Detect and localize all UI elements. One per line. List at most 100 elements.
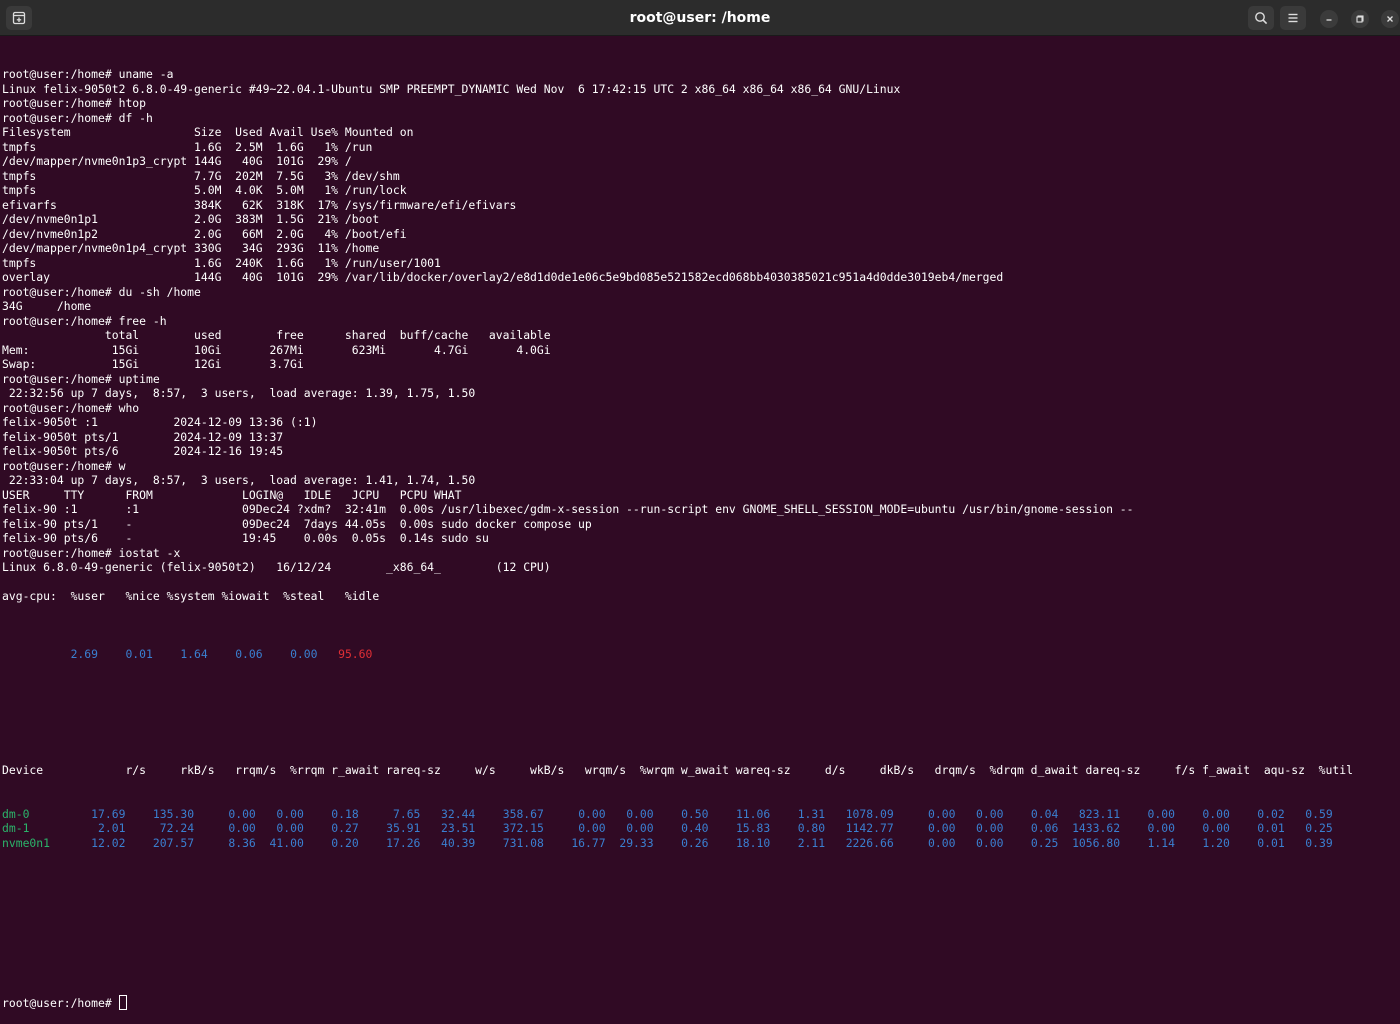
iostat-value: 18.10 bbox=[735, 835, 771, 850]
close-icon bbox=[1387, 16, 1393, 22]
terminal-line: felix-9050t :1 2024-12-09 13:36 (:1) bbox=[2, 415, 318, 429]
iostat-value: 17.26 bbox=[386, 835, 421, 850]
iostat-value: 0.00 bbox=[928, 806, 956, 821]
iostat-value: 1433.62 bbox=[1072, 821, 1121, 835]
iostat-value: 0.27 bbox=[331, 821, 359, 835]
cpu-system-value: 1.64 bbox=[180, 647, 208, 661]
iostat-value: 0.00 bbox=[1202, 821, 1230, 835]
iostat-row: dm-1 2.01 72.24 0.00 0.00 0.27 35.91 23.… bbox=[2, 821, 1400, 836]
iostat-value: 0.25 bbox=[1030, 835, 1059, 850]
iostat-value: 0.00 bbox=[276, 821, 304, 835]
terminal-line: root@user:/home# who bbox=[2, 400, 140, 415]
terminal-line: /dev/mapper/nvme0n1p3_crypt 144G 40G 101… bbox=[2, 154, 352, 168]
iostat-value: 372.15 bbox=[502, 821, 544, 835]
iostat-rows: dm-0 17.69 135.30 0.00 0.00 0.18 7.65 32… bbox=[2, 807, 1400, 851]
prompt-line[interactable]: root@user:/home# bbox=[2, 995, 1400, 1010]
iostat-value: 35.91 bbox=[386, 821, 421, 835]
iostat-value: 0.00 bbox=[1202, 806, 1230, 821]
terminal-line: felix-90 pts/1 - 09Dec24 7days 44.05s 0.… bbox=[2, 516, 592, 531]
terminal-line: felix-90 :1 :1 09Dec24 ?xdm? 32:41m 0.00… bbox=[2, 502, 1134, 516]
iostat-value: 2.01 bbox=[98, 821, 126, 835]
menu-button[interactable] bbox=[1280, 6, 1306, 30]
iostat-value: 823.11 bbox=[1078, 806, 1121, 821]
terminal-line: tmpfs 7.7G 202M 7.5G 3% /dev/shm bbox=[2, 168, 400, 183]
iostat-value: 135.30 bbox=[152, 806, 195, 821]
maximize-icon bbox=[1356, 15, 1364, 23]
close-button[interactable] bbox=[1381, 10, 1399, 28]
terminal-output[interactable]: root@user:/home# uname -a Linux felix-905… bbox=[0, 36, 1400, 1010]
iostat-value: 0.20 bbox=[331, 835, 359, 850]
iostat-value: 1142.77 bbox=[845, 821, 894, 835]
terminal-line: root@user:/home# uptime bbox=[2, 371, 160, 386]
iostat-value: 0.06 bbox=[1030, 821, 1059, 835]
terminal-line: efivarfs 384K 62K 318K 17% /sys/firmware… bbox=[2, 197, 517, 212]
search-button[interactable] bbox=[1248, 6, 1274, 30]
device-name: nvme0n1 bbox=[2, 835, 51, 850]
iostat-value: 0.59 bbox=[1305, 806, 1333, 821]
cpu-nice-value: 0.01 bbox=[125, 647, 153, 661]
iostat-value: 1.14 bbox=[1147, 835, 1175, 850]
terminal-text-lines: root@user:/home# uname -a Linux felix-905… bbox=[2, 67, 1400, 604]
iostat-value: 0.50 bbox=[681, 806, 709, 821]
terminal-line: Swap: 15Gi 12Gi 3.7Gi bbox=[2, 357, 304, 371]
cpu-values-row: 2.69 0.01 1.64 0.06 0.00 95.60 bbox=[2, 647, 1400, 662]
minimize-icon bbox=[1326, 19, 1332, 21]
iostat-row: nvme0n1 12.02 207.57 8.36 41.00 0.20 17.… bbox=[2, 836, 1400, 851]
terminal-line: Linux felix-9050t2 6.8.0-49-generic #49~… bbox=[2, 81, 901, 96]
hamburger-menu-icon bbox=[1288, 13, 1298, 23]
terminal-line: /dev/nvme0n1p1 2.0G 383M 1.5G 21% /boot bbox=[2, 212, 380, 226]
iostat-value: 0.01 bbox=[1257, 821, 1285, 835]
iostat-value: 0.40 bbox=[681, 821, 709, 835]
iostat-value: 0.00 bbox=[928, 821, 956, 835]
cpu-user-value: 2.69 bbox=[70, 647, 99, 661]
terminal-line: /dev/mapper/nvme0n1p4_crypt 330G 34G 293… bbox=[2, 241, 380, 255]
iostat-value: 0.00 bbox=[228, 821, 256, 835]
device-name: dm-0 bbox=[2, 806, 30, 821]
iostat-value: 72.24 bbox=[159, 821, 195, 835]
cpu-idle-value: 95.60 bbox=[338, 647, 373, 661]
iostat-value: 0.00 bbox=[626, 821, 654, 835]
terminal-line: Filesystem Size Used Avail Use% Mounted … bbox=[2, 125, 414, 139]
iostat-value: 1078.09 bbox=[845, 806, 894, 821]
iostat-value: 0.00 bbox=[228, 806, 256, 821]
iostat-value: 1.20 bbox=[1202, 835, 1230, 850]
terminal-line: Linux 6.8.0-49-generic (felix-9050t2) 16… bbox=[2, 560, 551, 574]
iostat-value: 12.02 bbox=[91, 835, 126, 850]
terminal-line: felix-9050t pts/1 2024-12-09 13:37 bbox=[2, 429, 284, 444]
minimize-button[interactable] bbox=[1320, 10, 1338, 28]
terminal-line: overlay 144G 40G 101G 29% /var/lib/docke… bbox=[2, 270, 1004, 284]
terminal-line: avg-cpu: %user %nice %system %iowait %st… bbox=[2, 589, 380, 603]
iostat-value: 358.67 bbox=[502, 806, 544, 821]
iostat-value: 0.25 bbox=[1305, 821, 1333, 835]
iostat-value: 0.04 bbox=[1030, 806, 1059, 821]
iostat-value: 1056.80 bbox=[1072, 835, 1121, 850]
maximize-button[interactable] bbox=[1351, 10, 1369, 28]
search-icon bbox=[1255, 12, 1268, 25]
iostat-value: 32.44 bbox=[441, 806, 476, 821]
iostat-value: 0.00 bbox=[976, 806, 1004, 821]
window-title: root@user: /home bbox=[629, 10, 771, 26]
terminal-line: root@user:/home# htop bbox=[2, 96, 147, 110]
terminal-line: root@user:/home# free -h bbox=[2, 313, 167, 328]
iostat-value: 0.00 bbox=[1147, 821, 1175, 835]
iostat-value: 0.00 bbox=[578, 821, 606, 835]
iostat-value: 0.00 bbox=[928, 835, 956, 850]
terminal-line: Mem: 15Gi 10Gi 267Mi 623Mi 4.7Gi 4.0Gi bbox=[2, 342, 551, 357]
terminal-line: felix-9050t pts/6 2024-12-16 19:45 bbox=[2, 444, 284, 458]
iostat-value: 17.69 bbox=[91, 806, 126, 821]
iostat-value: 0.00 bbox=[276, 806, 304, 821]
terminal-line: root@user:/home# uname -a bbox=[2, 67, 174, 81]
iostat-value: 7.65 bbox=[392, 806, 421, 821]
iostat-value: 23.51 bbox=[441, 821, 476, 835]
iostat-value: 0.00 bbox=[976, 835, 1004, 850]
iostat-value: 207.57 bbox=[152, 835, 195, 850]
iostat-value: 0.18 bbox=[331, 806, 359, 821]
terminal-line: root@user:/home# iostat -x bbox=[2, 545, 181, 560]
terminal-line: root@user:/home# du -sh /home bbox=[2, 284, 201, 299]
iostat-value: 0.00 bbox=[976, 821, 1004, 835]
terminal-line: felix-90 pts/6 - 19:45 0.00s 0.05s 0.14s… bbox=[2, 531, 489, 545]
